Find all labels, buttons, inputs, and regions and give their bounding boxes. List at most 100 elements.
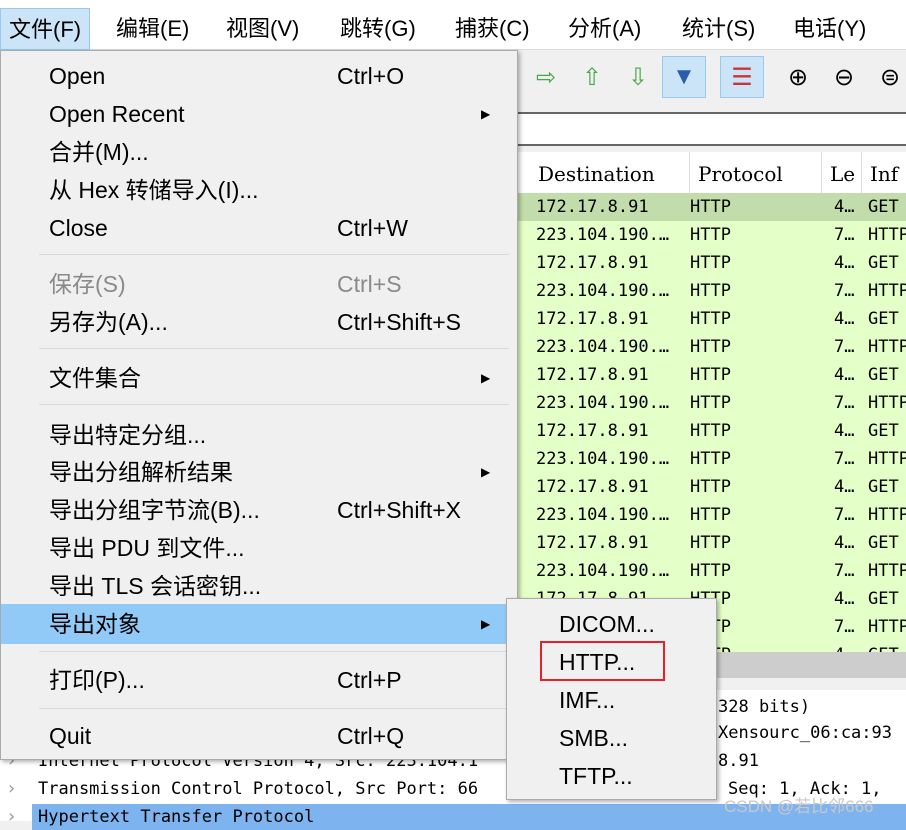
menu-item-merge[interactable]: 合并(M)... [1, 133, 517, 171]
label: 合并(M)... [49, 139, 149, 165]
display-filter-input[interactable] [518, 112, 906, 146]
detail-frame[interactable]: 328 bits) [718, 694, 810, 720]
menu-item-export-dissections[interactable]: 导出分组解析结果 ▶ [1, 453, 517, 491]
column-info[interactable]: Inf [862, 152, 906, 193]
label: 打印(P)... [49, 667, 145, 693]
packet-row[interactable]: 172.17.8.91 HTTP 4… GET [518, 473, 906, 501]
cell-destination: 172.17.8.91 [536, 197, 649, 217]
menu-edit[interactable]: 编辑(E) [108, 8, 197, 50]
menu-item-export-bytes[interactable]: 导出分组字节流(B)... Ctrl+Shift+X [1, 491, 517, 529]
cell-length: 7… [834, 617, 855, 637]
cell-protocol: HTTP [690, 561, 731, 581]
menu-item-export-objects[interactable]: 导出对象 ▶ [1, 604, 517, 644]
cell-destination: 223.104.190.… [536, 505, 670, 525]
expand-icon[interactable]: › [6, 778, 17, 799]
column-length[interactable]: Le [822, 152, 862, 193]
cell-length: 4… [834, 589, 855, 609]
cell-protocol: HTTP [690, 505, 731, 525]
menu-file[interactable]: 文件(F) [0, 8, 91, 50]
label: Open [49, 63, 106, 89]
menu-item-print[interactable]: 打印(P)... Ctrl+P [1, 661, 517, 699]
shortcut: Ctrl+O [337, 63, 405, 89]
zoom-in-icon[interactable]: ⊕ [776, 56, 820, 98]
cell-destination: 223.104.190.… [536, 393, 670, 413]
colorize-icon[interactable]: ☰ [720, 56, 764, 98]
cell-protocol: HTTP [690, 421, 731, 441]
column-protocol[interactable]: Protocol [690, 152, 822, 193]
detail-tcp[interactable]: Transmission Control Protocol, Src Port:… [38, 776, 478, 802]
packet-row[interactable]: 172.17.8.91 HTTP 4… GET [518, 529, 906, 557]
menu-analyze[interactable]: 分析(A) [560, 8, 649, 50]
label: 另存为(A)... [49, 309, 168, 335]
menu-telephony[interactable]: 电话(Y) [785, 8, 874, 50]
menu-item-close[interactable]: Close Ctrl+W [1, 209, 517, 247]
packet-list[interactable]: Destination Protocol Le Inf 172.17.8.91 H… [518, 152, 906, 652]
cell-info: GET [868, 309, 899, 329]
shortcut: Ctrl+S [337, 271, 402, 297]
cell-length: 4… [834, 253, 855, 273]
submenu-item-imf[interactable]: IMF... [559, 681, 615, 719]
first-packet-icon[interactable]: ⇧ [570, 56, 614, 98]
submenu-arrow-icon: ▶ [481, 107, 491, 121]
cell-length: 4… [834, 533, 855, 553]
packet-row[interactable]: 223.104.190.… HTTP 7… HTTP [518, 277, 906, 305]
menu-item-open[interactable]: Open Ctrl+O [1, 57, 517, 95]
menu-item-save: 保存(S) Ctrl+S [1, 265, 517, 303]
menu-item-file-set[interactable]: 文件集合 ▶ [1, 359, 517, 397]
menu-bar: 文件(F) 编辑(E) 视图(V) 跳转(G) 捕获(C) 分析(A) 统计(S… [0, 0, 906, 50]
expand-icon[interactable]: › [6, 806, 17, 827]
last-packet-icon[interactable]: ⇩ [616, 56, 660, 98]
column-destination[interactable]: Destination [518, 152, 690, 193]
toolbar: ⇨ ⇧ ⇩ ▼ ☰ ⊕ ⊖ ⊜ [518, 50, 906, 105]
label: 保存(S) [49, 271, 126, 297]
packet-row[interactable]: 223.104.190.… HTTP 7… HTTP [518, 221, 906, 249]
cell-destination: 172.17.8.91 [536, 421, 649, 441]
packet-row[interactable]: 172.17.8.91 HTTP 4… GET [518, 249, 906, 277]
shortcut: Ctrl+P [337, 667, 402, 693]
submenu-item-smb[interactable]: SMB... [559, 719, 628, 757]
cell-info: HTTP [868, 225, 906, 245]
zoom-out-icon[interactable]: ⊖ [822, 56, 866, 98]
packet-row[interactable]: 223.104.190.… HTTP 7… HTTP [518, 501, 906, 529]
menu-go[interactable]: 跳转(G) [332, 8, 424, 50]
menu-item-export-tls[interactable]: 导出 TLS 会话密钥... [1, 567, 517, 605]
cell-length: 7… [834, 281, 855, 301]
packet-row[interactable]: 223.104.190.… HTTP 7… HTTP [518, 557, 906, 585]
separator [39, 254, 509, 255]
label: 导出 TLS 会话密钥... [49, 573, 262, 599]
menu-item-save-as[interactable]: 另存为(A)... Ctrl+Shift+S [1, 303, 517, 341]
menu-item-quit[interactable]: Quit Ctrl+Q [1, 717, 517, 755]
go-to-packet-icon[interactable]: ⇨ [524, 56, 568, 98]
menu-item-import-hex[interactable]: 从 Hex 转储导入(I)... [1, 171, 517, 209]
cell-protocol: HTTP [690, 449, 731, 469]
menu-statistics[interactable]: 统计(S) [674, 8, 763, 50]
label: 从 Hex 转储导入(I)... [49, 177, 259, 203]
menu-view[interactable]: 视图(V) [218, 8, 307, 50]
submenu-arrow-icon: ▶ [481, 371, 491, 385]
detail-ethernet[interactable]: Xensourc_06:ca:93 [718, 720, 892, 746]
packet-row[interactable]: 172.17.8.91 HTTP 4… GET [518, 417, 906, 445]
zoom-normal-icon[interactable]: ⊜ [868, 56, 906, 98]
shortcut: Ctrl+Shift+S [337, 309, 461, 335]
highlight-box [540, 641, 665, 681]
label: 导出对象 [49, 611, 141, 637]
autoscroll-icon[interactable]: ▼ [662, 56, 706, 98]
packet-row[interactable]: 223.104.190.… HTTP 7… HTTP [518, 445, 906, 473]
packet-row[interactable]: 172.17.8.91 HTTP 4… GET [518, 193, 906, 221]
menu-item-open-recent[interactable]: Open Recent ▶ [1, 95, 517, 133]
cell-info: HTTP [868, 449, 906, 469]
menu-item-export-specified[interactable]: 导出特定分组... [1, 416, 517, 454]
packet-row[interactable]: 223.104.190.… HTTP 7… HTTP [518, 333, 906, 361]
submenu-item-tftp[interactable]: TFTP... [559, 757, 633, 795]
cell-info: HTTP [868, 337, 906, 357]
packet-row[interactable]: 223.104.190.… HTTP 7… HTTP [518, 389, 906, 417]
cell-destination: 223.104.190.… [536, 225, 670, 245]
detail-ip-tail: 8.91 [718, 751, 759, 771]
menu-item-export-pdu[interactable]: 导出 PDU 到文件... [1, 529, 517, 567]
submenu-item-dicom[interactable]: DICOM... [559, 605, 655, 643]
menu-capture[interactable]: 捕获(C) [447, 8, 538, 50]
cell-info: HTTP [868, 617, 906, 637]
cell-length: 4… [834, 641, 854, 652]
packet-row[interactable]: 172.17.8.91 HTTP 4… GET [518, 361, 906, 389]
packet-row[interactable]: 172.17.8.91 HTTP 4… GET [518, 305, 906, 333]
